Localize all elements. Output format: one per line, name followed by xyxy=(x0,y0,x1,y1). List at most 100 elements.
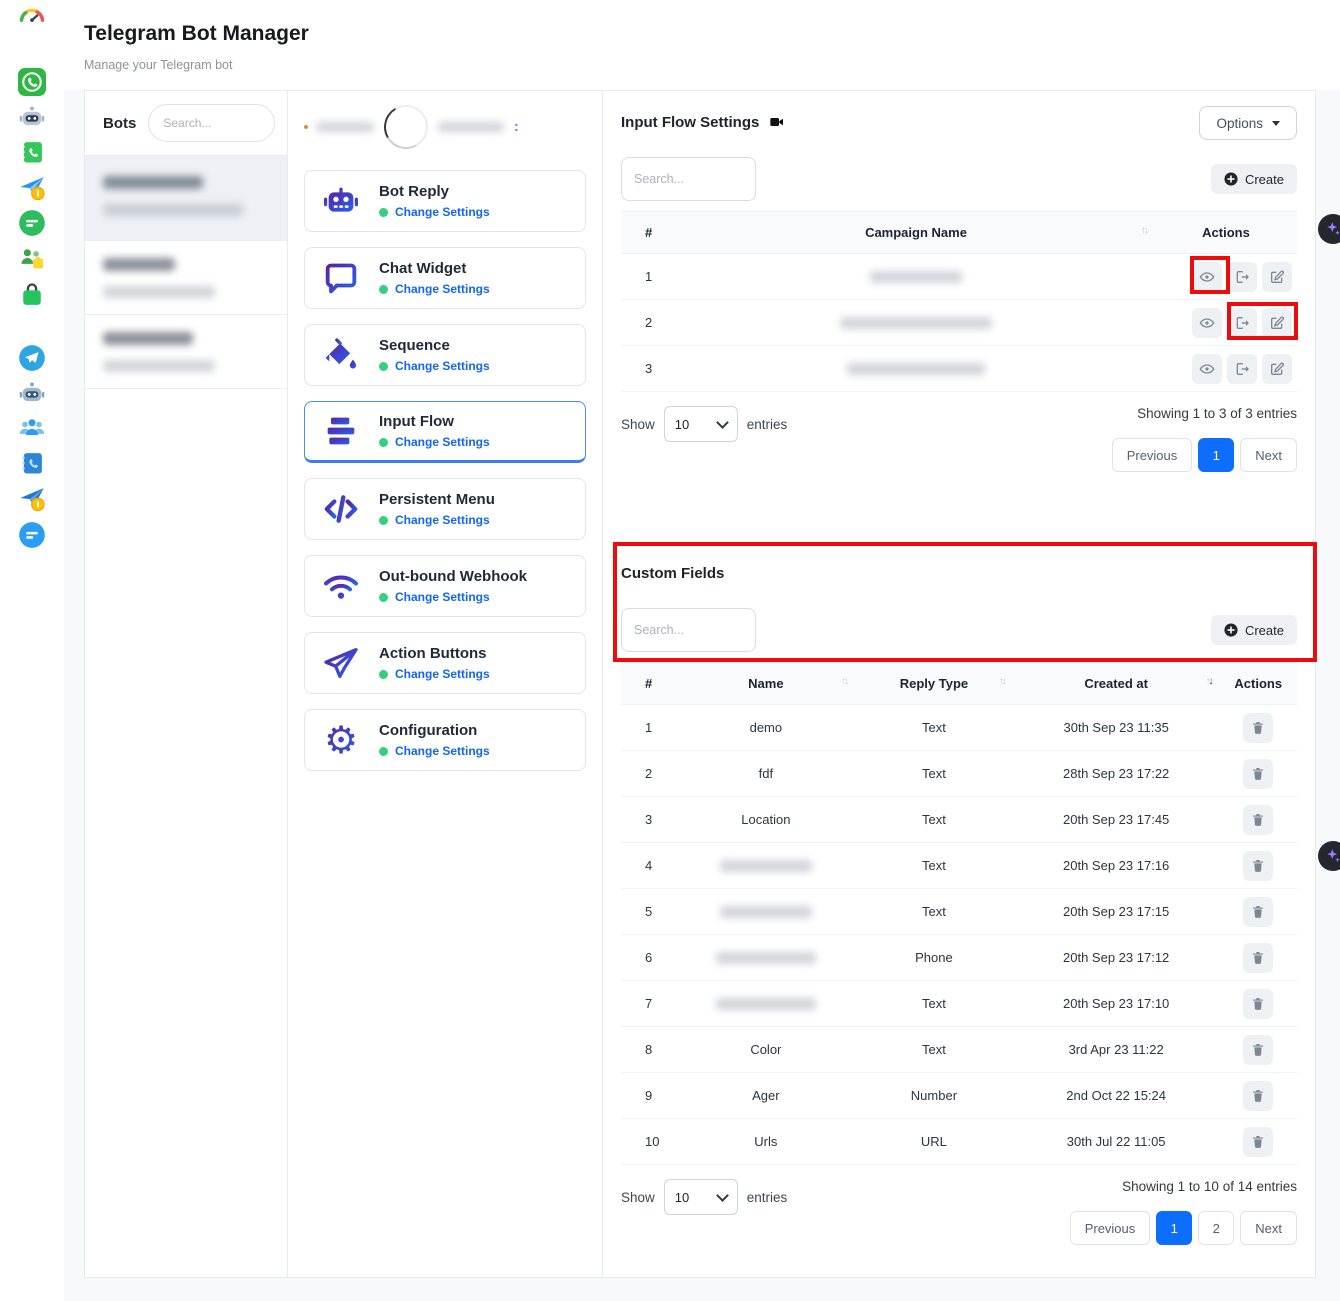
group-puzzle-icon[interactable] xyxy=(18,244,46,272)
change-settings-link[interactable]: Change Settings xyxy=(395,205,490,219)
change-settings-link[interactable]: Change Settings xyxy=(395,359,490,373)
bot-list-item-3[interactable] xyxy=(85,315,287,389)
page-1-button[interactable]: 1 xyxy=(1198,438,1234,472)
campaign-row-1: 1 xyxy=(621,254,1297,300)
sort-icon: ↑↓ xyxy=(1141,225,1147,236)
delete-button[interactable] xyxy=(1243,1127,1273,1157)
card-title: Input Flow xyxy=(379,413,490,430)
previous-page-button[interactable]: Previous xyxy=(1112,438,1193,472)
delete-button[interactable] xyxy=(1243,851,1273,881)
previous-page-button[interactable]: Previous xyxy=(1070,1211,1151,1245)
file-export-icon xyxy=(1234,269,1250,285)
settings-card-input-flow[interactable]: Input Flow Change Settings xyxy=(304,401,586,463)
export-button[interactable] xyxy=(1227,354,1257,384)
telegram-contacts-icon[interactable] xyxy=(18,449,46,477)
page-2-button[interactable]: 2 xyxy=(1198,1211,1234,1245)
bots-header: Bots xyxy=(85,91,287,156)
change-settings-link[interactable]: Change Settings xyxy=(395,282,490,296)
telegram-chat-icon[interactable] xyxy=(18,521,46,549)
column-header-reply-type[interactable]: Reply Type↑↓ xyxy=(855,663,1013,705)
column-header-name[interactable]: Name↑↓ xyxy=(677,663,855,705)
next-page-button[interactable]: Next xyxy=(1240,438,1297,472)
sms-chat-icon[interactable] xyxy=(18,209,46,237)
shop-bag-icon[interactable] xyxy=(18,281,46,309)
bots-label: Bots xyxy=(103,115,136,132)
delete-button[interactable] xyxy=(1243,1081,1273,1111)
blurred-campaign-name xyxy=(840,317,992,329)
input-flow-search-input[interactable] xyxy=(621,157,756,201)
page-size-select[interactable]: 10 xyxy=(664,406,738,442)
change-settings-link[interactable]: Change Settings xyxy=(395,513,490,527)
contacts-phone-icon[interactable] xyxy=(18,138,46,166)
delete-button[interactable] xyxy=(1243,759,1273,789)
delete-button[interactable] xyxy=(1243,943,1273,973)
card-title: Sequence xyxy=(379,337,490,354)
trash-icon xyxy=(1250,950,1266,966)
telegram-group-icon[interactable] xyxy=(18,414,46,442)
whatsapp-icon[interactable] xyxy=(18,68,46,96)
bot-list-item-2[interactable] xyxy=(85,241,287,315)
delete-button[interactable] xyxy=(1243,805,1273,835)
custom-field-row: 2 fdf Text 28th Sep 23 17:22 xyxy=(621,751,1297,797)
dashboard-speedometer-icon[interactable] xyxy=(18,5,46,33)
settings-card-outbound-webhook[interactable]: Out-bound Webhook Change Settings xyxy=(304,555,586,617)
blurred-field-name xyxy=(716,952,816,964)
edit-button[interactable] xyxy=(1262,354,1292,384)
page-size-select[interactable]: 10 xyxy=(664,1179,738,1215)
campaign-plane-coin-icon[interactable] xyxy=(18,173,46,201)
export-button[interactable] xyxy=(1227,308,1257,338)
change-settings-link[interactable]: Change Settings xyxy=(395,435,490,449)
delete-button[interactable] xyxy=(1243,989,1273,1019)
telegram-icon[interactable] xyxy=(18,344,46,372)
input-flow-create-button[interactable]: Create xyxy=(1211,164,1297,194)
bots-search-input[interactable] xyxy=(148,104,275,142)
menu-dots-icon[interactable] xyxy=(514,118,519,136)
settings-card-sequence[interactable]: Sequence Change Settings xyxy=(304,324,586,386)
settings-card-configuration[interactable]: ⚙ Configuration Change Settings xyxy=(304,709,586,771)
settings-card-persistent-menu[interactable]: Persistent Menu Change Settings xyxy=(304,478,586,540)
column-header-created-at[interactable]: Created at↑↓ xyxy=(1013,663,1220,705)
export-button[interactable] xyxy=(1227,262,1257,292)
next-page-button[interactable]: Next xyxy=(1240,1211,1297,1245)
plus-circle-icon xyxy=(1224,623,1238,637)
telegram-campaign-icon[interactable] xyxy=(18,484,46,512)
edit-icon xyxy=(1269,361,1285,377)
status-dot xyxy=(379,285,388,294)
view-button[interactable] xyxy=(1192,308,1222,338)
delete-button[interactable] xyxy=(1243,1035,1273,1065)
status-dot xyxy=(379,208,388,217)
settings-card-bot-reply[interactable]: Bot Reply Change Settings xyxy=(304,170,586,232)
ai-assistant-button[interactable] xyxy=(1318,214,1340,244)
view-button[interactable] xyxy=(1192,354,1222,384)
column-header-num[interactable]: # xyxy=(621,663,677,705)
edit-button[interactable] xyxy=(1262,262,1292,292)
chat-widget-icon xyxy=(319,256,363,300)
bot-list-item-1[interactable] xyxy=(85,156,287,241)
settings-card-action-buttons[interactable]: Action Buttons Change Settings xyxy=(304,632,586,694)
telegram-bot-icon[interactable] xyxy=(18,379,46,407)
eye-icon xyxy=(1199,361,1215,377)
change-settings-link[interactable]: Change Settings xyxy=(395,667,490,681)
card-title: Persistent Menu xyxy=(379,491,495,508)
custom-fields-create-button[interactable]: Create xyxy=(1211,615,1297,645)
blurred-bot-name xyxy=(103,176,203,189)
chevron-down-icon xyxy=(716,416,729,429)
options-button[interactable]: Options xyxy=(1199,106,1297,140)
custom-field-row: 10 Urls URL 30th Jul 22 11:05 xyxy=(621,1119,1297,1165)
delete-button[interactable] xyxy=(1243,897,1273,927)
video-camera-icon[interactable] xyxy=(769,114,785,130)
edit-button[interactable] xyxy=(1262,308,1292,338)
custom-fields-search-input[interactable] xyxy=(621,608,756,652)
page-1-button[interactable]: 1 xyxy=(1156,1211,1192,1245)
column-header-campaign-name[interactable]: Campaign Name ↑↓ xyxy=(677,212,1155,254)
chatbot-icon[interactable] xyxy=(18,103,46,131)
view-button[interactable] xyxy=(1192,262,1222,292)
status-dot xyxy=(379,438,388,447)
column-header-num[interactable]: # xyxy=(621,212,677,254)
settings-card-chat-widget[interactable]: Chat Widget Change Settings xyxy=(304,247,586,309)
bots-column: Bots xyxy=(85,91,288,1277)
change-settings-link[interactable]: Change Settings xyxy=(395,590,490,604)
delete-button[interactable] xyxy=(1243,713,1273,743)
change-settings-link[interactable]: Change Settings xyxy=(395,744,490,758)
ai-assistant-button[interactable] xyxy=(1318,841,1340,871)
